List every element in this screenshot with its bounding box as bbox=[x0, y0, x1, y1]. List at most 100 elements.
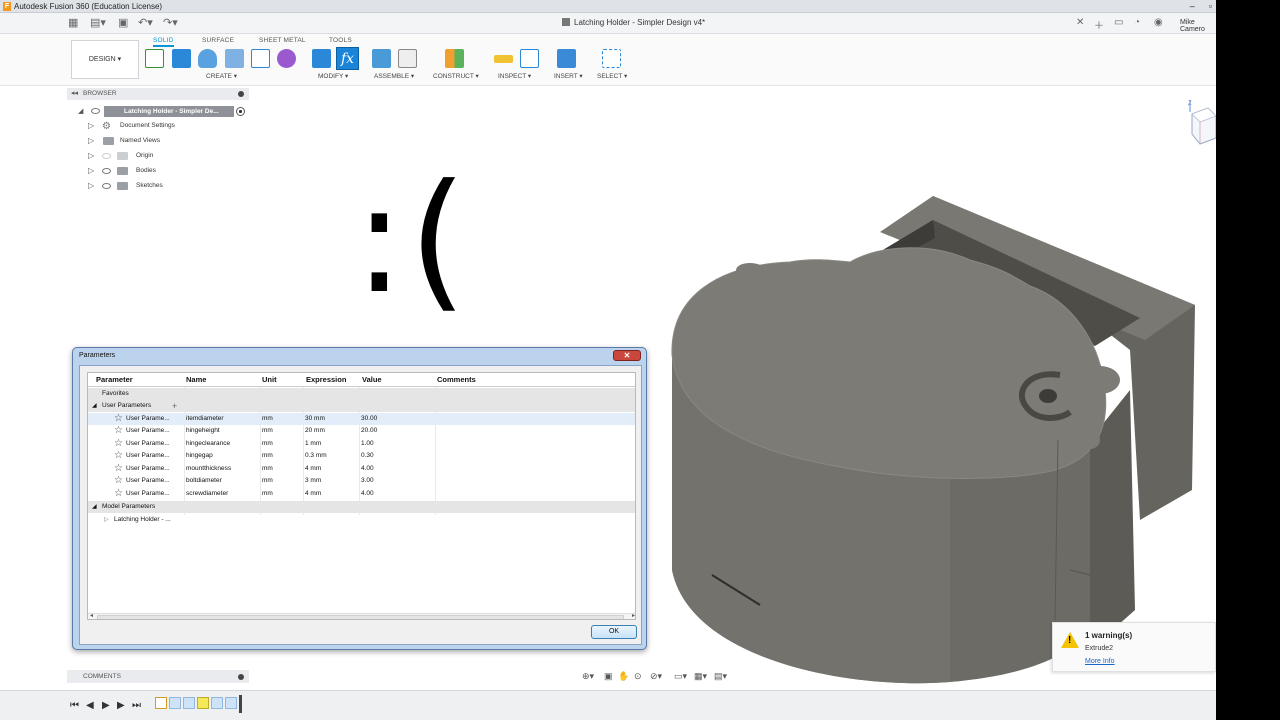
pan-icon[interactable]: ✋ bbox=[618, 671, 629, 682]
undo-icon[interactable]: ↶▾ bbox=[138, 17, 153, 29]
viewports-icon[interactable]: ▤▾ bbox=[714, 671, 727, 682]
tab-surface[interactable]: SURFACE bbox=[202, 37, 234, 44]
column-header[interactable]: Comments bbox=[437, 373, 476, 386]
modify-menu[interactable]: MODIFY ▾ bbox=[318, 72, 348, 80]
zoom-icon[interactable]: ⊙ bbox=[634, 671, 642, 682]
add-parameter-icon[interactable]: + bbox=[172, 400, 177, 412]
insert-menu[interactable]: INSERT ▾ bbox=[554, 72, 583, 80]
select-icon[interactable] bbox=[602, 49, 621, 68]
play-icon[interactable]: ▶ bbox=[102, 700, 110, 711]
insert-image-icon[interactable] bbox=[557, 49, 576, 68]
new-tab-icon[interactable]: ＋ bbox=[1094, 17, 1104, 32]
comments-panel-header[interactable]: COMMENTS bbox=[67, 670, 249, 683]
workspace-switcher[interactable]: DESIGN ▾ bbox=[71, 40, 139, 79]
notifications-icon[interactable]: ◔ bbox=[1134, 17, 1140, 28]
star-icon[interactable]: ☆ bbox=[114, 450, 123, 462]
look-at-icon[interactable]: ▣ bbox=[604, 671, 613, 682]
timeline-feature-warning[interactable] bbox=[197, 697, 209, 709]
cell-unit[interactable]: mm bbox=[262, 475, 273, 488]
orbit-icon[interactable]: ⊕▾ bbox=[582, 671, 594, 682]
document-tab[interactable]: Latching Holder - Simpler Design v4* bbox=[562, 16, 705, 30]
star-icon[interactable]: ☆ bbox=[114, 488, 123, 500]
cell-name[interactable]: hingeclearance bbox=[186, 438, 230, 451]
cell-unit[interactable]: mm bbox=[262, 450, 273, 463]
table-row[interactable]: ☆ User Parame... hingegap mm 0.3 mm 0.30 bbox=[88, 450, 635, 463]
maximize-icon[interactable]: ▫ bbox=[1209, 0, 1212, 13]
pin-icon[interactable] bbox=[238, 674, 244, 680]
app-grid-icon[interactable]: ▦ bbox=[68, 17, 78, 29]
table-row[interactable]: ☆ User Parame... hingeclearance mm 1 mm … bbox=[88, 438, 635, 451]
tab-tools[interactable]: TOOLS bbox=[329, 37, 352, 44]
timeline-feature[interactable] bbox=[169, 697, 181, 709]
table-row[interactable]: ☆ User Parame... boltdiameter mm 3 mm 3.… bbox=[88, 475, 635, 488]
user-name[interactable]: Mike Camero bbox=[1180, 19, 1216, 33]
extrude-icon[interactable] bbox=[172, 49, 191, 68]
close-icon[interactable]: ✕ bbox=[613, 350, 641, 361]
browser-panel-header[interactable]: ◂◂ BROWSER bbox=[67, 88, 249, 100]
ok-button[interactable]: OK bbox=[591, 625, 637, 639]
expand-icon[interactable]: ▷ bbox=[88, 135, 94, 147]
eye-icon[interactable] bbox=[91, 108, 100, 114]
eye-icon[interactable] bbox=[102, 183, 111, 189]
timeline-sketch-feature[interactable] bbox=[155, 697, 167, 709]
offset-plane-icon[interactable] bbox=[445, 49, 464, 68]
cell-name[interactable]: hingeheight bbox=[186, 425, 220, 438]
change-parameters-icon[interactable]: fx bbox=[336, 47, 359, 70]
star-icon[interactable]: ☆ bbox=[114, 463, 123, 475]
tab-solid[interactable]: SOLID bbox=[153, 37, 174, 47]
activate-radio-icon[interactable] bbox=[236, 107, 245, 116]
scrollbar-thumb[interactable] bbox=[97, 615, 624, 619]
pattern-icon[interactable] bbox=[251, 49, 270, 68]
eye-off-icon[interactable] bbox=[102, 153, 111, 159]
cell-expression[interactable]: 20 mm bbox=[305, 425, 325, 438]
press-pull-icon[interactable] bbox=[312, 49, 331, 68]
tab-sheet-metal[interactable]: SHEET METAL bbox=[259, 37, 306, 44]
joint-icon[interactable] bbox=[398, 49, 417, 68]
cell-unit[interactable]: mm bbox=[262, 488, 273, 501]
viewcube-icon[interactable]: Z bbox=[1186, 98, 1216, 150]
table-row[interactable]: ☆ User Parame... mountthickness mm 4 mm … bbox=[88, 463, 635, 476]
model-parameter-row[interactable]: ▷ Latching Holder - ... bbox=[88, 514, 635, 527]
table-row[interactable]: ☆ User Parame... itemdiameter mm 30 mm 3… bbox=[88, 412, 635, 426]
section-model-parameters[interactable]: ◢ Model Parameters bbox=[88, 501, 635, 513]
scroll-left-icon[interactable]: ◂ bbox=[90, 612, 93, 619]
column-header[interactable]: Value bbox=[362, 373, 382, 386]
redo-icon[interactable]: ↷▾ bbox=[163, 17, 178, 29]
pin-icon[interactable] bbox=[238, 91, 244, 97]
close-tab-icon[interactable]: ✕ bbox=[1076, 17, 1084, 28]
assemble-menu[interactable]: ASSEMBLE ▾ bbox=[374, 72, 414, 80]
minimize-icon[interactable]: – bbox=[1190, 0, 1195, 13]
step-forward-icon[interactable]: ▶ bbox=[117, 700, 125, 711]
cell-name[interactable]: itemdiameter bbox=[186, 413, 224, 426]
star-icon[interactable]: ☆ bbox=[114, 413, 123, 425]
expand-icon[interactable]: ▷ bbox=[88, 120, 94, 132]
3d-model-viewport[interactable] bbox=[650, 190, 1210, 690]
go-to-end-icon[interactable]: ⏭ bbox=[132, 700, 141, 711]
job-status-icon[interactable]: ▭ bbox=[1114, 17, 1123, 28]
inspect-menu[interactable]: INSPECT ▾ bbox=[498, 72, 531, 80]
section-analysis-icon[interactable] bbox=[520, 49, 539, 68]
step-back-icon[interactable]: ◀ bbox=[86, 700, 94, 711]
create-menu[interactable]: CREATE ▾ bbox=[206, 72, 237, 80]
expand-icon[interactable]: ▷ bbox=[88, 180, 94, 192]
help-icon[interactable]: ◉ bbox=[1154, 17, 1163, 28]
create-sketch-icon[interactable] bbox=[145, 49, 164, 68]
revolve-icon[interactable] bbox=[198, 49, 217, 68]
collapse-icon[interactable]: ◢ bbox=[92, 400, 97, 412]
grid-icon[interactable]: ▦▾ bbox=[694, 671, 707, 682]
cell-expression[interactable]: 4 mm bbox=[305, 463, 321, 476]
cell-name[interactable]: screwdiameter bbox=[186, 488, 228, 501]
cell-name[interactable]: hingegap bbox=[186, 450, 213, 463]
table-row[interactable]: ☆ User Parame... screwdiameter mm 4 mm 4… bbox=[88, 488, 635, 501]
hole-icon[interactable] bbox=[225, 49, 244, 68]
cell-expression[interactable]: 3 mm bbox=[305, 475, 321, 488]
expand-icon[interactable]: ▷ bbox=[88, 150, 94, 162]
new-component-icon[interactable] bbox=[372, 49, 391, 68]
star-icon[interactable]: ☆ bbox=[114, 438, 123, 450]
cell-expression[interactable]: 30 mm bbox=[305, 413, 325, 426]
cell-unit[interactable]: mm bbox=[262, 413, 273, 426]
expand-root-icon[interactable]: ◢ bbox=[78, 107, 83, 115]
expand-icon[interactable]: ▷ bbox=[104, 514, 109, 527]
measure-icon[interactable] bbox=[494, 55, 513, 63]
timeline-feature[interactable] bbox=[211, 697, 223, 709]
